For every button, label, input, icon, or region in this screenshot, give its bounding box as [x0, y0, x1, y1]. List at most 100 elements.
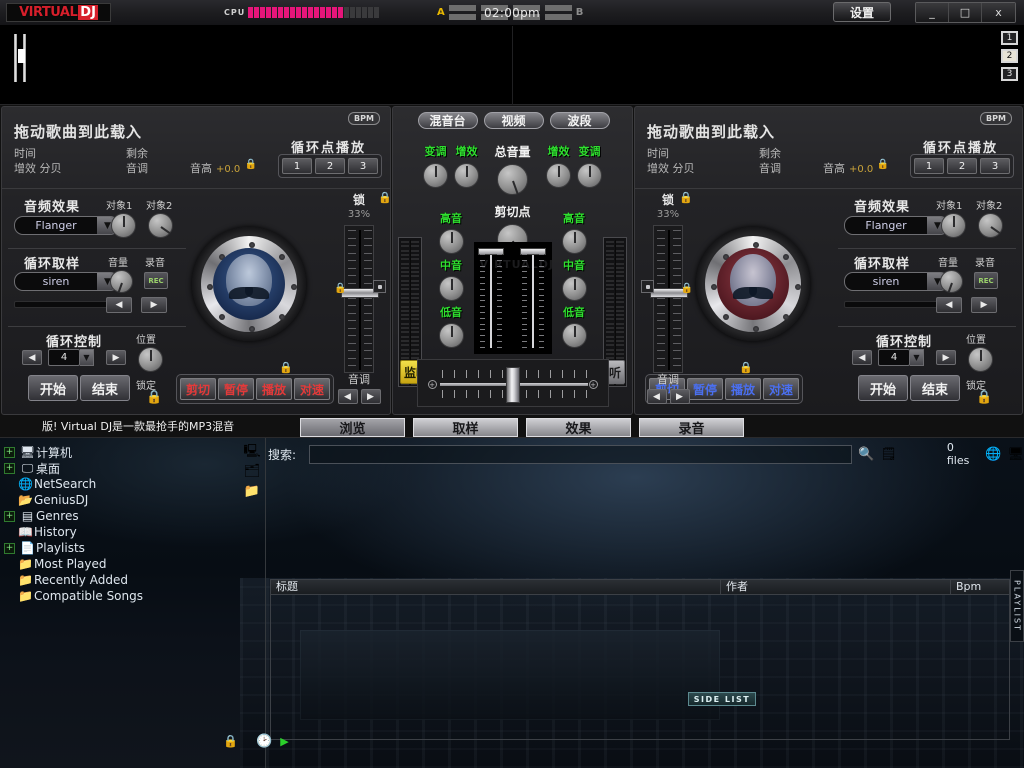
mixer-left-eq-low-knob[interactable]	[439, 323, 464, 348]
mixer-right-pitch-knob[interactable]	[577, 163, 602, 188]
mixer-left-pitch-knob[interactable]	[423, 163, 448, 188]
deck-left-sampler-prev-button[interactable]: ◀	[106, 297, 132, 313]
add-folder-settings-icon[interactable]: 🗂	[243, 464, 261, 480]
deck-left-sync-button[interactable]: 对速	[294, 378, 330, 400]
deck-right-loop-position-knob[interactable]	[968, 347, 993, 372]
browser-tab-0[interactable]: 浏览	[300, 418, 405, 437]
chevron-down-icon[interactable]: ▼	[910, 349, 924, 366]
tree-item-0[interactable]: +🖥计算机	[4, 444, 265, 460]
deck-right-cue-2[interactable]: 2	[947, 158, 977, 174]
search-icon[interactable]: 🔍	[858, 447, 874, 462]
mixer-tabs[interactable]: 混音台视频波段	[393, 112, 634, 129]
deck-left-sampler-next-button[interactable]: ▶	[141, 297, 167, 313]
mixer-right-eq-mid-knob[interactable]	[562, 276, 587, 301]
deck-right-volume-up-button[interactable]: ▶	[670, 389, 690, 404]
lock-icon[interactable]: 🔒	[146, 390, 162, 405]
tree-item-2[interactable]: 🌐NetSearch	[4, 476, 265, 492]
padlock-icon[interactable]: 🔒	[681, 283, 693, 294]
tree-item-5[interactable]: 📖History	[4, 524, 265, 540]
maximize-button[interactable]: □	[949, 3, 982, 22]
deck-left-pause-button[interactable]: 暂停	[218, 378, 254, 400]
crossfader[interactable]: + +	[417, 359, 609, 407]
add-playlist-folder-icon[interactable]: 📁	[243, 484, 261, 500]
waveform-zoom-1[interactable]: 1	[1001, 31, 1018, 45]
deck-left-volume-down-button[interactable]: ◀	[338, 389, 358, 404]
mixer-right-eq-low-knob[interactable]	[562, 323, 587, 348]
deck-right-playbutton-lock-icon[interactable]: 🔒	[739, 361, 753, 374]
browser-tabs[interactable]: 浏览取样效果录音	[300, 418, 744, 437]
deck-right-jog-wheel[interactable]	[696, 227, 810, 341]
deck-left-playbutton-lock-icon[interactable]: 🔒	[279, 361, 293, 374]
deck-left-loop-length-select[interactable]: 4 ▼	[48, 349, 94, 366]
netsearch-globe-icon[interactable]: 🌐	[985, 447, 1001, 462]
deck-right-play-button[interactable]: 播放	[725, 378, 761, 400]
mixer-fader-right[interactable]	[528, 248, 538, 348]
mixer-tab-0[interactable]: 混音台	[418, 112, 478, 129]
expand-icon[interactable]: +	[4, 543, 15, 554]
column-header-artist[interactable]: 作者	[721, 579, 951, 595]
deck-right-cue-buttons[interactable]: 123	[910, 154, 1014, 178]
column-header-bpm[interactable]: Bpm	[951, 579, 1009, 595]
side-list-button[interactable]: SIDE LIST	[688, 692, 756, 706]
deck-right-loop-double-button[interactable]: ▶	[936, 350, 956, 365]
crossfader-right-marker[interactable]: +	[589, 380, 598, 389]
folder-tree[interactable]: +🖥计算机+🖵桌面🌐NetSearch📂GeniusDJ+▤Genres📖His…	[0, 438, 266, 768]
deck-right-loop-out-button[interactable]: 结束	[910, 375, 960, 401]
deck-left-cue-1[interactable]: 1	[282, 158, 312, 174]
deck-right-sampler-prev-button[interactable]: ◀	[936, 297, 962, 313]
expand-icon[interactable]: +	[4, 447, 15, 458]
add-to-search-folder-icon[interactable]: 🗒	[880, 447, 897, 462]
deck-left-loop-position-knob[interactable]	[138, 347, 163, 372]
mixer-tab-1[interactable]: 视频	[484, 112, 544, 129]
deck-right-pitch-reset-button[interactable]	[641, 280, 654, 293]
deck-left-cut-button[interactable]: 剪切	[180, 378, 216, 400]
deck-right-volume-down-button[interactable]: ◀	[647, 389, 667, 404]
deck-left-cue-2[interactable]: 2	[315, 158, 345, 174]
play-icon[interactable]: ▶	[280, 735, 288, 748]
deck-right-cue-3[interactable]: 3	[980, 158, 1010, 174]
deck-right-fx-knob-2[interactable]	[978, 213, 1003, 238]
lock-icon[interactable]: 🔒	[976, 390, 992, 405]
settings-button[interactable]: 设置	[833, 2, 891, 22]
deck-left-fx-knob-1[interactable]	[111, 213, 136, 238]
tree-item-7[interactable]: 📁Most Played	[4, 556, 265, 572]
tree-action-buttons[interactable]: 🖳 🗂 📁	[243, 444, 261, 500]
deck-left-play-button[interactable]: 播放	[256, 378, 292, 400]
deck-right-bpm-badge[interactable]: BPM	[980, 112, 1012, 125]
tree-item-8[interactable]: 📁Recently Added	[4, 572, 265, 588]
bottom-lock-icon[interactable]: 🔒	[0, 734, 246, 748]
deck-right-loop-in-button[interactable]: 开始	[858, 375, 908, 401]
deck-left-sampler-select[interactable]: siren ▼	[14, 272, 119, 291]
automix-icon[interactable]: 🕑	[256, 734, 272, 749]
tree-item-3[interactable]: 📂GeniusDJ	[4, 492, 265, 508]
deck-right-loop-length-select[interactable]: 4 ▼	[878, 349, 924, 366]
minimize-button[interactable]: _	[916, 3, 949, 22]
playlist-side-tab[interactable]: PLAYLIST	[1010, 570, 1024, 642]
browser-tab-1[interactable]: 取样	[413, 418, 518, 437]
deck-left-bpm-badge[interactable]: BPM	[348, 112, 380, 125]
file-list-header[interactable]: 标题 作者 Bpm	[270, 579, 1010, 595]
tree-item-9[interactable]: 📁Compatible Songs	[4, 588, 265, 604]
deck-right-sync-button[interactable]: 对速	[763, 378, 799, 400]
deck-left-cue-lock-icon[interactable]: 🔒	[245, 159, 257, 170]
deck-left-transport[interactable]: 剪切暂停播放对速	[176, 374, 334, 404]
deck-right-sampler-select[interactable]: siren ▼	[844, 272, 949, 291]
tree-item-6[interactable]: +📄Playlists	[4, 540, 265, 556]
deck-right-cue-lock-icon[interactable]: 🔒	[877, 159, 889, 170]
tree-item-1[interactable]: +🖵桌面	[4, 460, 265, 476]
deck-left-cue-buttons[interactable]: 123	[278, 154, 382, 178]
deck-left-sampler-volume-knob[interactable]	[110, 270, 133, 293]
mixer-left-eq-high-knob[interactable]	[439, 229, 464, 254]
browser-tab-3[interactable]: 录音	[639, 418, 744, 437]
deck-right-loop-halve-button[interactable]: ◀	[852, 350, 872, 365]
waveform-display[interactable]: 123	[0, 26, 1024, 105]
crossfader-handle[interactable]	[506, 367, 520, 403]
waveform-zoom-3[interactable]: 3	[1001, 67, 1018, 81]
tree-item-4[interactable]: +▤Genres	[4, 508, 265, 524]
deck-left-cue-3[interactable]: 3	[348, 158, 378, 174]
deck-left-fx-select[interactable]: Flanger ▼	[14, 216, 119, 235]
deck-right-fx-knob-1[interactable]	[941, 213, 966, 238]
deck-left-loop-in-button[interactable]: 开始	[28, 375, 78, 401]
deck-right-fx-select[interactable]: Flanger ▼	[844, 216, 949, 235]
padlock-icon[interactable]: 🔒	[334, 283, 346, 294]
